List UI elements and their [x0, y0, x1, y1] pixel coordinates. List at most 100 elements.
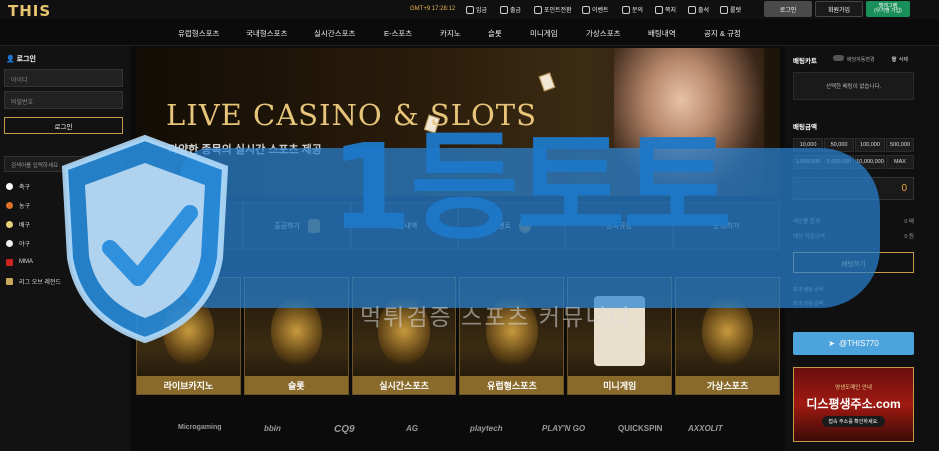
nav-casino[interactable]: 카지노: [440, 28, 461, 39]
nav-slot[interactable]: 슬롯: [488, 28, 502, 39]
quick-inquiry[interactable]: 문의하기: [672, 202, 780, 250]
game-tile-live-sports[interactable]: 실시간스포츠: [351, 277, 457, 395]
link-message[interactable]: 쪽지: [655, 4, 676, 15]
game-tile-minigame[interactable]: 미니게임: [567, 277, 673, 395]
bet-cart-title: 배팅카트: [793, 58, 817, 65]
soccer-ball-icon: [6, 182, 13, 190]
header-login-button[interactable]: 로그인: [764, 1, 812, 17]
chat-icon: [622, 5, 630, 14]
bet-slip-sidebar: 배팅카트 배당자동변경 🗑 삭제 선택한 배팅이 없습니다. 배팅금액 10,0…: [785, 46, 939, 451]
point-icon: [534, 5, 542, 14]
hero-subtitle: 다양한 종목의 실시간 스포츠 제공: [168, 144, 322, 156]
nav-live-sports[interactable]: 실시간스포츠: [314, 28, 355, 39]
link-attendance[interactable]: 출석: [688, 4, 709, 15]
provider-quickspin: QUICKSPIN: [618, 424, 663, 433]
sport-item-volleyball[interactable]: 배구: [6, 218, 30, 230]
bet-amount-input[interactable]: 0: [793, 177, 914, 200]
amount-chip[interactable]: 5,000,000: [824, 155, 854, 169]
game-art: [162, 296, 215, 366]
amount-chip[interactable]: 1,000,000: [793, 155, 823, 169]
quick-event[interactable]: 이벤트: [457, 202, 566, 250]
hero-banner[interactable]: LIVE CASINO & SLOTS 다양한 종목의 실시간 스포츠 제공: [136, 48, 780, 196]
telegram-icon: ➤: [828, 339, 835, 348]
game-tile-european-sports[interactable]: 유럽형스포츠: [459, 277, 565, 395]
nav-domestic-sports[interactable]: 국내형스포츠: [246, 28, 287, 39]
gift-icon: [519, 219, 532, 233]
mma-glove-icon: [6, 258, 13, 266]
volleyball-icon: [6, 220, 13, 228]
amount-chip[interactable]: 500,000: [886, 138, 914, 152]
place-bet-button[interactable]: 배팅하기: [793, 252, 914, 273]
nav-esports[interactable]: E-스포츠: [384, 28, 412, 39]
trophy-art: [378, 296, 430, 366]
basketball-icon: [6, 201, 13, 209]
domain-notice-banner[interactable]: 영생도메인 안내 디스평생주소.com 접속 주소를 확인하세요.: [793, 367, 914, 442]
game-tile-live-casino[interactable]: 라이브카지노: [136, 277, 241, 395]
username-input[interactable]: 아이디: [4, 69, 123, 87]
game-tile-virtual-sports[interactable]: 가상스포츠: [675, 277, 780, 395]
sport-item-mma[interactable]: MMA: [6, 256, 33, 268]
delete-button[interactable]: 🗑 삭제: [891, 56, 908, 63]
search-input[interactable]: 검색어를 입력하세요: [4, 156, 123, 172]
provider-microgaming: Microgaming: [178, 424, 222, 431]
provider-cq9: CQ9: [334, 424, 355, 435]
sport-item-lol[interactable]: 리그 오브 레전드: [6, 275, 61, 287]
telegram-signup-button[interactable]: 텔레그램 (우거맹 가입): [866, 1, 910, 17]
provider-axxolit: AXXOLIT: [688, 424, 723, 433]
quick-withdraw[interactable]: 출금하기: [243, 202, 351, 250]
lol-icon: [6, 277, 13, 285]
sport-item-basketball[interactable]: 농구: [6, 199, 30, 211]
link-inquiry[interactable]: 문의: [622, 4, 643, 15]
amount-chip[interactable]: 100,000: [855, 138, 885, 152]
withdraw-icon: [307, 219, 320, 233]
nav-virtual-sports[interactable]: 가상스포츠: [586, 28, 621, 39]
max-win-label: 최대 당첨 금액: [793, 301, 824, 307]
stadium-art: [486, 296, 538, 366]
amount-chip[interactable]: 10,000,000: [855, 155, 885, 169]
link-roulette[interactable]: 룰렛: [720, 4, 741, 15]
signup-button[interactable]: 회원가입: [815, 1, 863, 17]
hero-title: LIVE CASINO & SLOTS: [166, 98, 538, 132]
password-input[interactable]: 비밀번호: [4, 91, 123, 109]
cards-art: [594, 296, 646, 366]
quick-bet-history[interactable]: 배팅내역: [350, 202, 458, 250]
sport-item-soccer[interactable]: 축구: [6, 180, 30, 192]
site-logo[interactable]: THIS: [8, 2, 51, 20]
max-bet-label: 최대 배팅 금액: [793, 287, 824, 293]
empty-cart-message: 선택한 배팅이 없습니다.: [793, 72, 914, 100]
left-sidebar: 👤 로그인 아이디 비밀번호 로그인 검색어를 입력하세요 축구 농구 배구 야…: [0, 46, 130, 451]
mail-icon: [655, 5, 663, 14]
wallet-icon: [466, 5, 474, 14]
login-heading: 👤 로그인: [6, 56, 36, 63]
nav-notice-rules[interactable]: 공지 & 규정: [704, 28, 741, 39]
odds-total-row: 배당률 합계 0 배: [793, 219, 914, 225]
top-bar: THIS GMT+9 17:28:12 입금 출금 포인트전환 이벤트 문의 쪽…: [0, 0, 939, 20]
auto-odds-toggle[interactable]: [833, 55, 844, 61]
nav-european-sports[interactable]: 유럽형스포츠: [178, 28, 219, 39]
link-point-exchange[interactable]: 포인트전환: [534, 4, 572, 15]
bet-amount-title: 배팅금액: [793, 124, 817, 131]
link-deposit[interactable]: 입금: [466, 4, 487, 15]
telegram-contact-button[interactable]: ➤ @THIS770: [793, 332, 914, 355]
quick-notice[interactable]: 공지규정: [565, 202, 673, 250]
expected-win-row: 예상 적중금액 0 원: [793, 234, 914, 240]
amount-chip[interactable]: 10,000: [793, 138, 823, 152]
provider-ag: AG: [406, 424, 418, 433]
quick-deposit[interactable]: 입금하기: [136, 202, 244, 250]
amount-chip[interactable]: 50,000: [824, 138, 854, 152]
nav-minigame[interactable]: 미니게임: [530, 28, 558, 39]
game-tile-slot[interactable]: 슬롯: [243, 277, 349, 395]
provider-logos: Microgaming bbin CQ9 AG playtech PLAY'N …: [136, 418, 780, 442]
login-button[interactable]: 로그인: [4, 117, 123, 134]
link-event[interactable]: 이벤트: [582, 4, 609, 15]
link-withdraw[interactable]: 출금: [500, 4, 521, 15]
playing-card-icon: [538, 72, 556, 92]
nav-bet-history[interactable]: 배팅내역: [648, 28, 676, 39]
provider-playngo: PLAY'N GO: [542, 424, 586, 433]
auto-odds-label: 배당자동변경: [847, 57, 875, 63]
gift-icon: [582, 5, 590, 14]
sport-item-baseball[interactable]: 야구: [6, 237, 30, 249]
roulette-icon: [720, 5, 728, 14]
game-tiles: 라이브카지노 슬롯 실시간스포츠 유럽형스포츠 미니게임 가상스포츠: [136, 277, 780, 395]
amount-max-chip[interactable]: MAX: [886, 155, 914, 169]
